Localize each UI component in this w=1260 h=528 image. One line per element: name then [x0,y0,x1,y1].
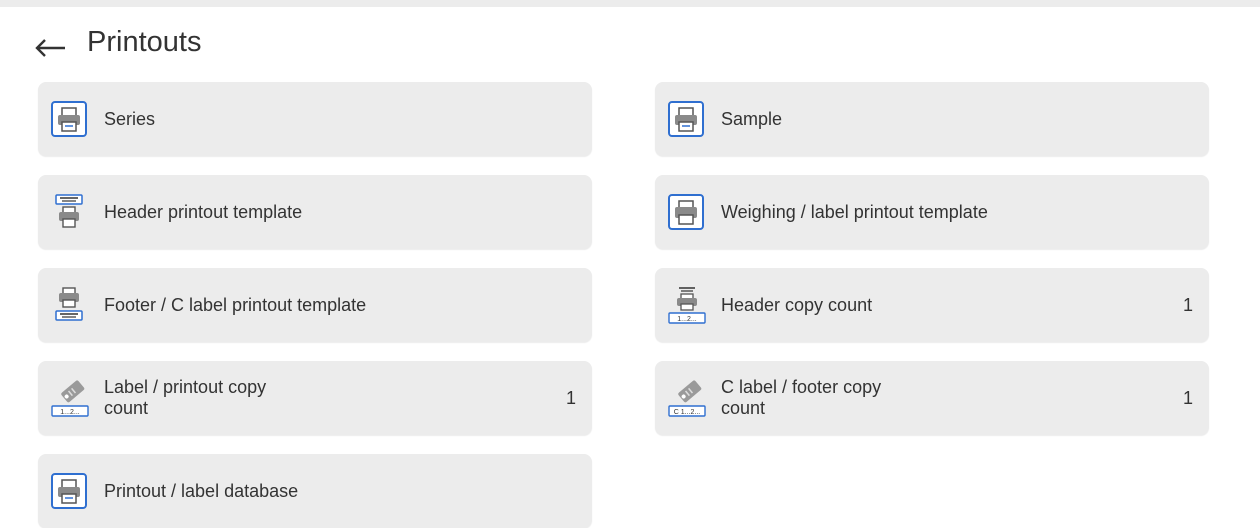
c-label-footer-copy-count-button[interactable]: C 1...2... C label / footer copy count 1 [655,361,1209,435]
page-title: Printouts [87,26,202,58]
tile-label: Footer / C label printout template [104,294,367,315]
printer-icon [668,101,704,137]
tile-label: Header copy count [721,294,873,315]
footer-printer-icon [55,287,83,321]
svg-text:1...2...: 1...2... [677,316,697,323]
weighing-label-printout-template-button[interactable]: Weighing / label printout template [655,175,1209,249]
copy-count-value: 1 [565,387,576,408]
tile-label: C label / footer copy count [721,377,882,418]
footer-c-label-printout-template-button[interactable]: Footer / C label printout template [38,268,592,342]
label-tag-icon: 1...2... [51,380,89,417]
tile-label: Header printout template [104,201,303,222]
sample-button[interactable]: Sample [655,82,1209,156]
tile-label: Printout / label database [104,480,299,501]
svg-text:1...2...: 1...2... [60,409,80,416]
top-border [0,0,1260,7]
label-printout-copy-count-button[interactable]: 1...2... Label / printout copy count 1 [38,361,592,435]
series-button[interactable]: Series [38,82,592,156]
page-header: Printouts [0,20,1260,64]
printer-icon [51,473,87,509]
tile-label: Sample [721,108,783,129]
printer-icon [51,101,87,137]
tile-label: Label / printout copy count [104,377,267,418]
svg-text:C 1...2...: C 1...2... [674,409,701,416]
c-label-tag-icon: C 1...2... [668,380,706,417]
copy-count-icon: 1...2... [668,287,706,324]
tile-label: Series [104,108,156,129]
printout-label-database-button[interactable]: Printout / label database [38,454,592,528]
header-copy-count-button[interactable]: 1...2... Header copy count 1 [655,268,1209,342]
header-printout-template-button[interactable]: Header printout template [38,175,592,249]
printer-icon [668,194,704,230]
tile-label: Weighing / label printout template [721,201,988,222]
copy-count-value: 1 [1182,294,1193,315]
header-printer-icon [55,194,83,228]
copy-count-value: 1 [1182,387,1193,408]
back-arrow-icon[interactable] [34,38,68,58]
